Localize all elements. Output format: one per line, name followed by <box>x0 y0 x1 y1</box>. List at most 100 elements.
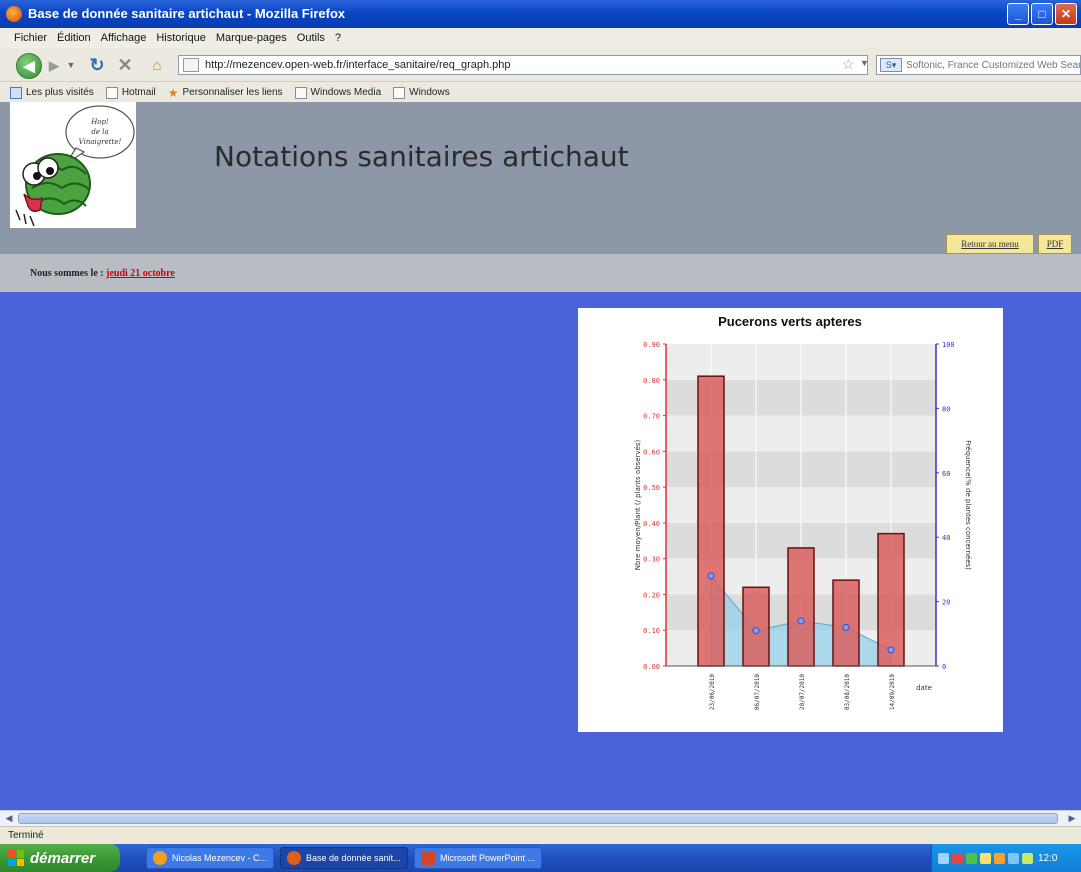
page-title: Notations sanitaires artichaut <box>214 140 629 173</box>
bookmark-star-icon[interactable]: ☆ <box>842 56 855 73</box>
search-input[interactable] <box>902 59 1080 71</box>
window-title: Base de donnée sanitaire artichaut - Moz… <box>28 6 346 21</box>
y-tick-label: 0.70 <box>643 413 660 421</box>
messenger-tray-icon[interactable] <box>1008 852 1019 864</box>
taskbar-item-firefox[interactable]: Base de donnée sanit... <box>280 847 408 869</box>
bar-2 <box>742 586 770 667</box>
y2-tick-label: 100 <box>942 341 955 349</box>
bookmark-windows[interactable]: Windows <box>393 86 450 99</box>
y-tick-label: 0.40 <box>643 520 660 528</box>
y-tick-label: 0.50 <box>643 484 660 492</box>
y-tick-label: 0.20 <box>643 591 660 599</box>
status-text: Terminé <box>8 830 44 841</box>
network-icon[interactable] <box>938 852 949 864</box>
menu-fichier[interactable]: Fichier <box>14 32 47 44</box>
tray-app-icon[interactable] <box>1022 852 1033 864</box>
horizontal-scrollbar[interactable]: ◀ ▶ <box>0 810 1081 826</box>
taskbar-item-powerpoint[interactable]: Microsoft PowerPoint ... <box>414 847 542 869</box>
bar-1 <box>697 375 725 667</box>
frequency-point-2 <box>752 627 760 635</box>
url-bar[interactable] <box>178 55 868 75</box>
x-tick-label: 06/07/2010 <box>754 674 761 711</box>
bookmark-icon <box>294 86 307 99</box>
home-button[interactable]: ⌂ <box>146 55 168 75</box>
back-to-menu-button[interactable]: Retour au menu <box>946 234 1034 254</box>
y-tick-label: 0.90 <box>643 341 660 349</box>
update-icon[interactable] <box>994 852 1005 864</box>
navigation-toolbar: ◀ ▶ ▼ ↻ ✕ ⌂ ☆ ▼ S▾ <box>0 48 1081 82</box>
back-button[interactable]: ◀ <box>16 53 42 79</box>
bookmark-icon <box>10 86 22 99</box>
firefox-icon <box>6 6 22 22</box>
chart: Pucerons verts apteres 0.00 0.10 0.20 0.30 0.… <box>634 314 972 711</box>
bar-4 <box>832 579 860 667</box>
messenger-icon <box>153 851 167 865</box>
menu-bar: Fichier Édition Affichage Historique Mar… <box>0 28 1081 48</box>
start-button[interactable]: démarrer <box>0 844 120 872</box>
date-prefix: Nous sommes le : <box>30 268 107 279</box>
bar-3 <box>787 547 815 667</box>
menu-help[interactable]: ? <box>335 32 341 44</box>
tray-app-icon[interactable] <box>966 852 977 864</box>
site-header: Hop! de la Vinaigrette! Notations sanita… <box>0 102 1081 254</box>
y2-tick-label: 60 <box>942 470 950 478</box>
y-tick-label: 0.10 <box>643 627 660 635</box>
y2-tick-label: 20 <box>942 599 950 607</box>
y-tick-label: 0.60 <box>643 448 660 456</box>
history-dropdown-icon[interactable]: ▼ <box>66 58 76 72</box>
bookmark-icon <box>105 86 118 99</box>
windows-flag-icon <box>8 850 24 866</box>
scroll-left-icon[interactable]: ◀ <box>2 812 16 825</box>
taskbar: démarrer Nicolas Mezencev - C... Base de… <box>0 844 1081 872</box>
y2-axis-label: Fréquence(% de plantes concernées) <box>964 440 972 570</box>
bookmark-icon <box>393 86 406 99</box>
close-button[interactable]: ✕ <box>1055 3 1077 25</box>
clock: 12:0 <box>1038 852 1058 864</box>
search-bar[interactable]: S▾ <box>876 55 1081 75</box>
page-favicon-icon <box>183 58 199 72</box>
x-tick-label: 20/07/2010 <box>799 674 806 711</box>
bookmark-windows-media[interactable]: Windows Media <box>294 86 381 99</box>
window-titlebar: Base de donnée sanitaire artichaut - Moz… <box>0 0 1081 28</box>
pdf-button[interactable]: PDF <box>1038 234 1072 254</box>
maximize-button[interactable]: □ <box>1031 3 1053 25</box>
bookmarks-toolbar: Les plus visités Hotmail ★ Personnaliser… <box>0 83 1081 102</box>
star-icon: ★ <box>167 85 179 100</box>
menu-outils[interactable]: Outils <box>297 32 325 44</box>
scrollbar-thumb[interactable] <box>18 813 1058 824</box>
current-date: jeudi 21 octobre <box>106 268 175 279</box>
y-tick-label: 0.30 <box>643 556 660 564</box>
minimize-button[interactable]: _ <box>1007 3 1029 25</box>
status-bar: Terminé <box>0 826 1081 844</box>
chart-panel: Pucerons verts apteres 0.00 0.10 0.20 0.30 0.… <box>578 308 1003 732</box>
antivirus-icon[interactable] <box>952 852 963 864</box>
x-tick-label: 23/06/2010 <box>709 674 716 711</box>
volume-icon[interactable] <box>980 852 991 864</box>
frequency-point-1 <box>707 572 715 580</box>
menu-historique[interactable]: Historique <box>156 32 206 44</box>
menu-edition[interactable]: Édition <box>57 32 91 44</box>
frequency-point-4 <box>842 623 850 631</box>
frequency-point-5 <box>887 646 895 654</box>
x-tick-label: 14/09/2010 <box>889 674 896 711</box>
taskbar-item-messenger[interactable]: Nicolas Mezencev - C... <box>146 847 274 869</box>
url-input[interactable] <box>205 59 867 71</box>
search-engine-icon[interactable]: S▾ <box>880 58 902 72</box>
y2-tick-label: 0 <box>942 663 946 671</box>
menu-marque-pages[interactable]: Marque-pages <box>216 32 287 44</box>
y2-tick-label: 40 <box>942 534 950 542</box>
chart-title: Pucerons verts apteres <box>718 314 862 329</box>
bookmark-hotmail[interactable]: Hotmail <box>105 86 156 99</box>
reload-button[interactable]: ↻ <box>86 54 108 76</box>
scroll-right-icon[interactable]: ▶ <box>1065 812 1079 825</box>
forward-button[interactable]: ▶ <box>44 57 64 75</box>
stop-button[interactable]: ✕ <box>114 54 136 76</box>
url-dropdown-icon[interactable]: ▼ <box>860 58 869 68</box>
bookmark-customize-links[interactable]: ★ Personnaliser les liens <box>168 86 283 100</box>
y-tick-label: 0.00 <box>643 663 660 671</box>
firefox-icon <box>287 851 301 865</box>
bookmark-most-visited[interactable]: Les plus visités <box>10 86 94 99</box>
system-tray: 12:0 <box>931 844 1081 872</box>
menu-affichage[interactable]: Affichage <box>101 32 147 44</box>
bar-5 <box>877 532 905 667</box>
